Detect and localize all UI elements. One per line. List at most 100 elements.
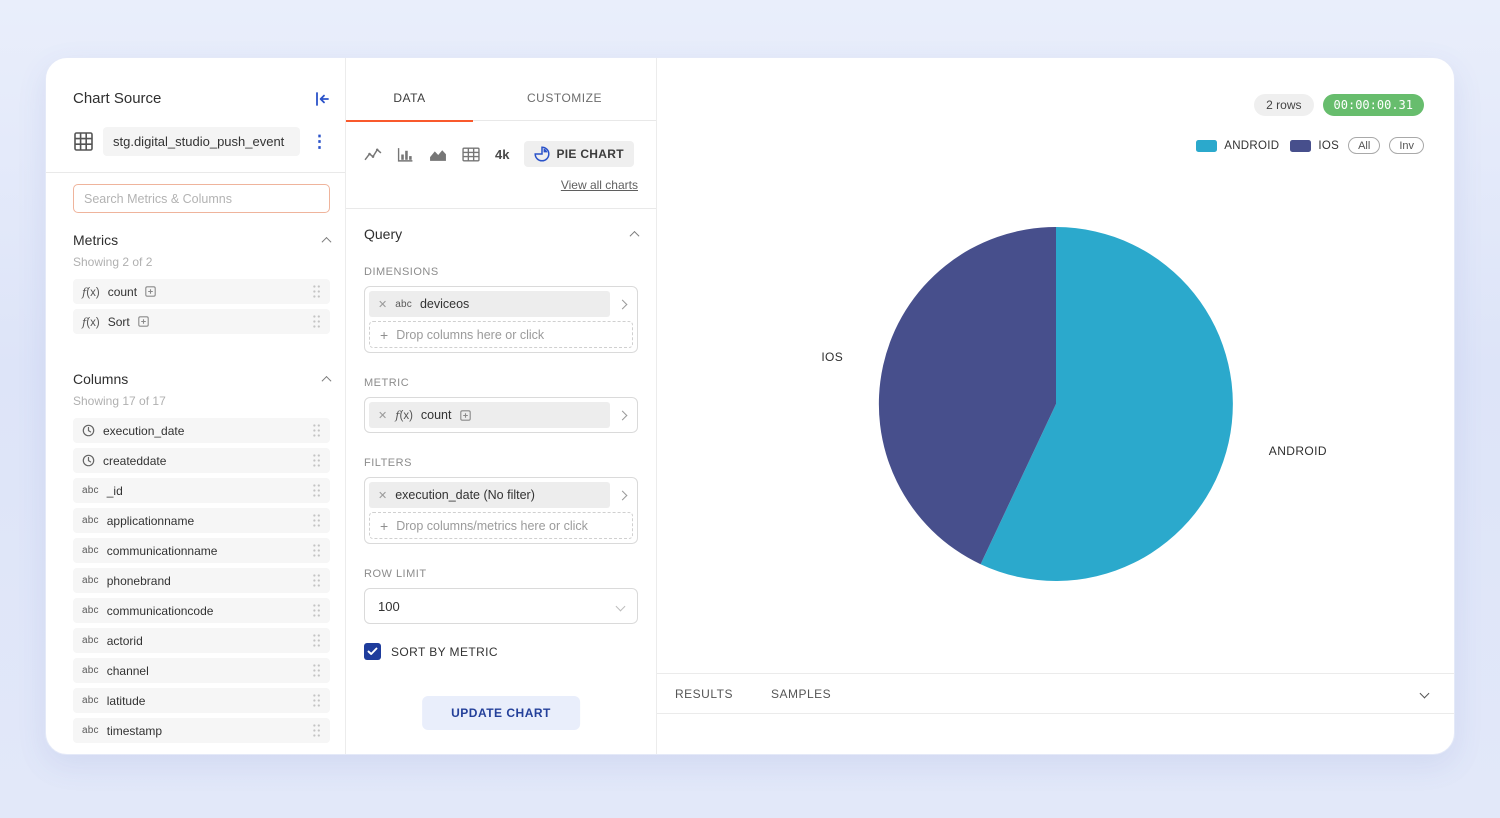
adhoc-metric-badge-icon: [460, 410, 471, 421]
text-type-icon: abc: [395, 299, 412, 310]
columns-showing-count: Showing 17 of 17: [73, 394, 330, 408]
dimensions-control: ✕ abc deviceos + Drop columns here or cl…: [364, 286, 638, 353]
remove-metric-icon[interactable]: ✕: [378, 409, 387, 422]
function-icon: f(x): [82, 285, 100, 299]
column-item-execution_date[interactable]: execution_date: [73, 418, 330, 443]
metrics-collapse-icon[interactable]: [322, 236, 332, 246]
tab-results[interactable]: RESULTS: [675, 687, 733, 701]
results-bar: RESULTS SAMPLES: [657, 673, 1454, 714]
table-icon[interactable]: [462, 147, 480, 162]
drag-handle-icon[interactable]: [312, 453, 321, 468]
dataset-table-icon: [73, 131, 94, 152]
column-item-id[interactable]: abc_id: [73, 478, 330, 503]
tab-customize[interactable]: CUSTOMIZE: [473, 91, 656, 120]
column-item-latitude[interactable]: abclatitude: [73, 688, 330, 713]
clock-icon: [82, 454, 95, 467]
text-type-icon: abc: [82, 665, 99, 676]
results-collapse-icon[interactable]: [1420, 689, 1430, 699]
search-metrics-columns-input[interactable]: [73, 184, 330, 213]
filter-pill-execution-date[interactable]: ✕ execution_date (No filter): [369, 482, 610, 508]
view-all-charts-link[interactable]: View all charts: [561, 178, 638, 192]
tab-samples[interactable]: SAMPLES: [771, 687, 831, 701]
column-item-createddate[interactable]: createddate: [73, 448, 330, 473]
line-chart-icon[interactable]: [364, 147, 382, 162]
metrics-section-title: Metrics: [73, 232, 118, 248]
column-item-communicationcode[interactable]: abccommunicationcode: [73, 598, 330, 623]
selected-chart-type-label: PIE CHART: [556, 147, 623, 161]
row-limit-select[interactable]: 100: [364, 588, 638, 624]
metric-item-sort[interactable]: f(x)Sort: [73, 309, 330, 334]
dataset-options-icon[interactable]: ⋮: [309, 133, 330, 150]
filters-drop-zone[interactable]: + Drop columns/metrics here or click: [369, 512, 633, 539]
tab-data[interactable]: DATA: [346, 91, 473, 122]
column-item-timestamp[interactable]: abctimestamp: [73, 718, 330, 743]
column-item-actorid[interactable]: abcactorid: [73, 628, 330, 653]
chevron-down-icon: [616, 601, 626, 611]
drag-handle-icon[interactable]: [312, 543, 321, 558]
text-type-icon: abc: [82, 575, 99, 586]
query-collapse-icon[interactable]: [630, 230, 640, 240]
drag-handle-icon[interactable]: [312, 723, 321, 738]
collapse-sidebar-icon[interactable]: [315, 92, 330, 106]
dimension-pill-deviceos[interactable]: ✕ abc deviceos: [369, 291, 610, 317]
chart-area: 2 rows 00:00:00.31 ANDROIDIOS All Inv AN…: [657, 58, 1454, 754]
text-type-icon: abc: [82, 695, 99, 706]
dimensions-drop-zone[interactable]: + Drop columns here or click: [369, 321, 633, 348]
drag-handle-icon[interactable]: [312, 284, 321, 299]
column-item-communicationname[interactable]: abccommunicationname: [73, 538, 330, 563]
drag-handle-icon[interactable]: [312, 573, 321, 588]
metric-expand-icon[interactable]: [610, 412, 633, 419]
columns-section-title: Columns: [73, 371, 128, 387]
columns-collapse-icon[interactable]: [322, 375, 332, 385]
area-chart-icon[interactable]: [429, 147, 447, 162]
column-item-channel[interactable]: abcchannel: [73, 658, 330, 683]
bar-chart-icon[interactable]: [397, 147, 414, 162]
text-type-icon: abc: [82, 545, 99, 556]
dimensions-label: DIMENSIONS: [364, 266, 638, 278]
clock-icon: [82, 424, 95, 437]
columns-list: execution_date createddate abc_id abcapplic…: [73, 418, 330, 743]
explore-window: Chart Source stg.digital_studio_push_eve…: [45, 57, 1455, 755]
sort-by-metric-label: SORT BY METRIC: [391, 645, 498, 659]
control-panel: DATA CUSTOMIZE: [346, 58, 657, 754]
drag-handle-icon[interactable]: [312, 314, 321, 329]
column-item-phonebrand[interactable]: abcphonebrand: [73, 568, 330, 593]
drag-handle-icon[interactable]: [312, 663, 321, 678]
big-number-chart-icon[interactable]: 4k: [495, 147, 509, 162]
drag-handle-icon[interactable]: [312, 693, 321, 708]
sort-by-metric-row[interactable]: SORT BY METRIC: [364, 643, 638, 660]
row-limit-label: ROW LIMIT: [364, 568, 638, 580]
metric-control: ✕ f(x) count: [364, 397, 638, 433]
drag-handle-icon[interactable]: [312, 633, 321, 648]
pie-label-android: ANDROID: [1269, 444, 1327, 458]
drag-handle-icon[interactable]: [312, 603, 321, 618]
panel-tabs: DATA CUSTOMIZE: [346, 58, 656, 121]
metric-item-count[interactable]: f(x)count: [73, 279, 330, 304]
dimension-expand-icon[interactable]: [610, 301, 633, 308]
dataset-name[interactable]: stg.digital_studio_push_event: [103, 127, 300, 156]
remove-filter-icon[interactable]: ✕: [378, 489, 387, 502]
chart-source-sidebar: Chart Source stg.digital_studio_push_eve…: [46, 58, 346, 754]
drag-handle-icon[interactable]: [312, 513, 321, 528]
plus-icon: +: [380, 327, 388, 343]
filter-expand-icon[interactable]: [610, 492, 633, 499]
pie-chart-svg: ANDROID IOS: [657, 58, 1455, 673]
adhoc-metric-badge-icon: [138, 316, 149, 327]
plus-icon: +: [380, 518, 388, 534]
metric-pill-count[interactable]: ✕ f(x) count: [369, 402, 610, 428]
update-chart-button[interactable]: UPDATE CHART: [422, 696, 580, 730]
pie-chart-icon: [534, 146, 550, 162]
text-type-icon: abc: [82, 725, 99, 736]
remove-dimension-icon[interactable]: ✕: [378, 298, 387, 311]
row-limit-value: 100: [378, 599, 400, 614]
text-type-icon: abc: [82, 605, 99, 616]
query-section-title: Query: [364, 226, 402, 242]
drag-handle-icon[interactable]: [312, 483, 321, 498]
text-type-icon: abc: [82, 635, 99, 646]
sort-by-metric-checkbox[interactable]: [364, 643, 381, 660]
pie-label-ios: IOS: [821, 350, 843, 364]
filters-label: FILTERS: [364, 457, 638, 469]
drag-handle-icon[interactable]: [312, 423, 321, 438]
column-item-applicationname[interactable]: abcapplicationname: [73, 508, 330, 533]
selected-chart-type-button[interactable]: PIE CHART: [524, 141, 633, 167]
